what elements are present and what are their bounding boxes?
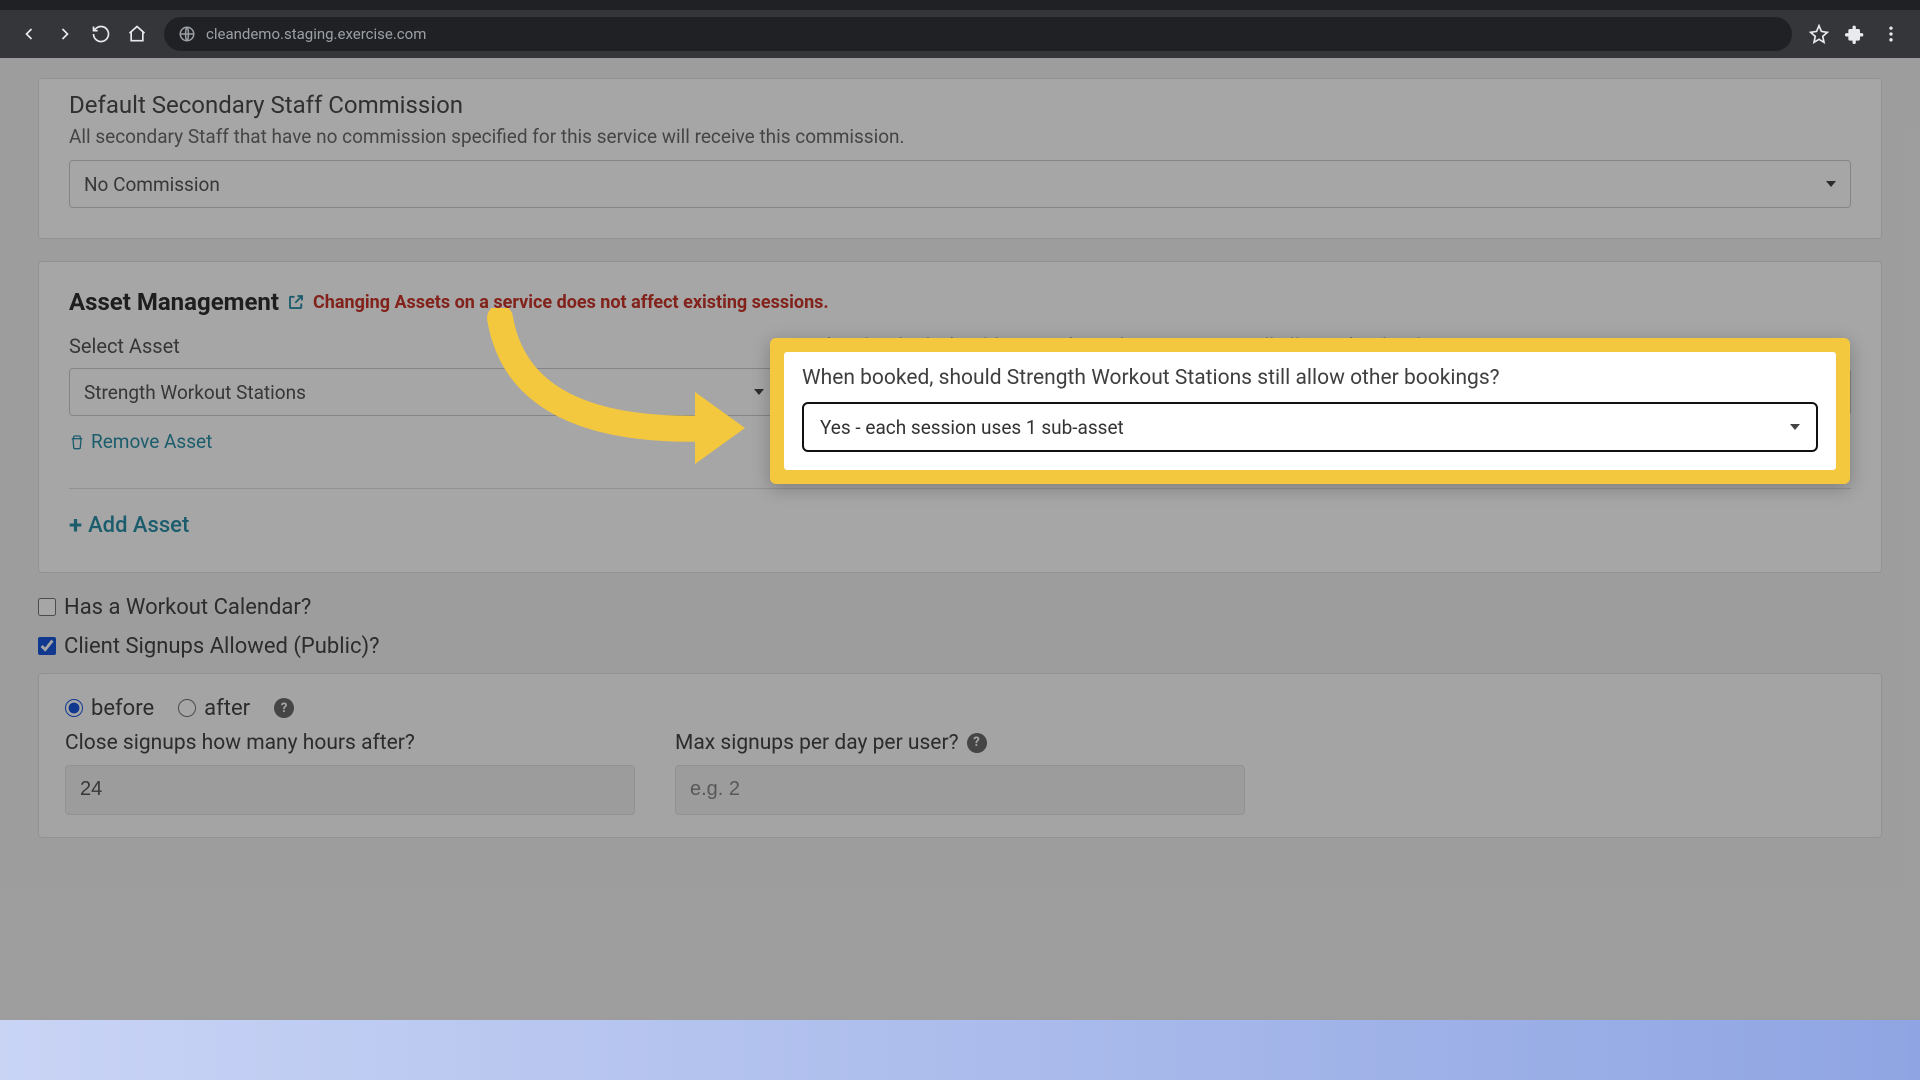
asset-section-title: Asset Management bbox=[69, 288, 279, 316]
add-asset-link[interactable]: + Add Asset bbox=[69, 513, 189, 538]
highlight-booking-value: Yes - each session uses 1 sub-asset bbox=[820, 416, 1124, 439]
select-asset-dropdown[interactable]: Strength Workout Stations bbox=[69, 368, 779, 416]
plus-icon: + bbox=[69, 513, 82, 537]
highlight-booking-select[interactable]: Yes - each session uses 1 sub-asset bbox=[802, 402, 1818, 452]
url-text: cleandemo.staging.exercise.com bbox=[206, 25, 426, 43]
remove-asset-link[interactable]: Remove Asset bbox=[69, 430, 212, 453]
client-signups-row: Client Signups Allowed (Public)? bbox=[38, 634, 1882, 659]
commission-select-value: No Commission bbox=[84, 173, 220, 196]
chevron-down-icon bbox=[1826, 181, 1836, 187]
back-button[interactable] bbox=[18, 23, 40, 45]
commission-title: Default Secondary Staff Commission bbox=[69, 91, 1851, 119]
select-asset-value: Strength Workout Stations bbox=[84, 381, 306, 404]
extensions-icon[interactable] bbox=[1844, 23, 1866, 45]
workout-calendar-label: Has a Workout Calendar? bbox=[64, 595, 311, 620]
before-radio[interactable] bbox=[65, 699, 83, 717]
browser-toolbar: cleandemo.staging.exercise.com bbox=[0, 10, 1920, 58]
select-asset-label: Select Asset bbox=[69, 334, 779, 358]
page-content: Default Secondary Staff Commission All s… bbox=[0, 58, 1920, 1080]
external-link-icon[interactable] bbox=[287, 293, 305, 311]
after-label: after bbox=[204, 696, 250, 721]
address-bar[interactable]: cleandemo.staging.exercise.com bbox=[164, 17, 1792, 51]
remove-asset-label: Remove Asset bbox=[91, 430, 212, 453]
after-radio[interactable] bbox=[178, 699, 196, 717]
signup-panel: before after ? Close signups how many ho… bbox=[38, 673, 1882, 838]
max-signups-input[interactable] bbox=[675, 765, 1245, 815]
workout-calendar-checkbox[interactable] bbox=[38, 598, 56, 616]
star-icon[interactable] bbox=[1808, 23, 1830, 45]
client-signups-checkbox[interactable] bbox=[38, 637, 56, 655]
chevron-down-icon bbox=[754, 389, 764, 395]
help-icon[interactable]: ? bbox=[274, 698, 294, 718]
add-asset-label: Add Asset bbox=[88, 513, 189, 538]
menu-icon[interactable] bbox=[1880, 23, 1902, 45]
divider bbox=[69, 488, 1851, 489]
reload-button[interactable] bbox=[90, 23, 112, 45]
bottom-decorative-strip bbox=[0, 1020, 1920, 1080]
chevron-down-icon bbox=[1790, 424, 1800, 430]
trash-icon bbox=[69, 434, 85, 450]
commission-card: Default Secondary Staff Commission All s… bbox=[38, 78, 1882, 239]
home-button[interactable] bbox=[126, 23, 148, 45]
booking-allow-value: Yes - each session uses 1 sub-asset bbox=[824, 381, 1128, 404]
forward-button[interactable] bbox=[54, 23, 76, 45]
before-label: before bbox=[91, 696, 154, 721]
close-signups-input[interactable] bbox=[65, 765, 635, 815]
client-signups-label: Client Signups Allowed (Public)? bbox=[64, 634, 380, 659]
timing-after-option[interactable]: after bbox=[178, 696, 250, 721]
workout-calendar-row: Has a Workout Calendar? bbox=[38, 595, 1882, 620]
commission-subtitle: All secondary Staff that have no commiss… bbox=[69, 125, 1851, 148]
booking-question-label: When booked, should Strength Workout Sta… bbox=[809, 334, 1851, 358]
chevron-down-icon bbox=[1826, 389, 1836, 395]
globe-icon bbox=[178, 25, 196, 43]
commission-select[interactable]: No Commission bbox=[69, 160, 1851, 208]
asset-warning: Changing Assets on a service does not af… bbox=[313, 292, 829, 313]
timing-before-option[interactable]: before bbox=[65, 696, 154, 721]
max-signups-label: Max signups per day per user? bbox=[675, 731, 959, 755]
tab-strip bbox=[0, 0, 1920, 10]
help-icon[interactable]: ? bbox=[967, 733, 987, 753]
close-signups-label: Close signups how many hours after? bbox=[65, 731, 635, 755]
